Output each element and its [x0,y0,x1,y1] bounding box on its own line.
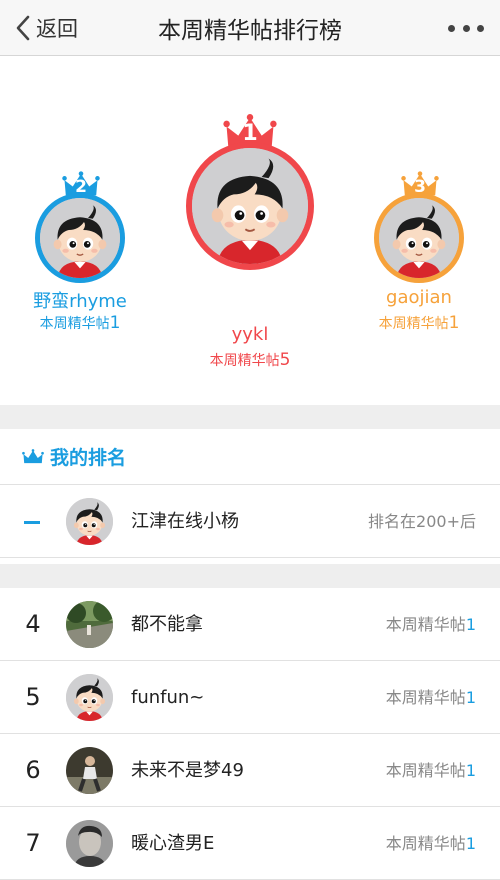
post-count: 本周精华帖1 [385,761,476,780]
user-name: 江津在线小杨 [131,511,239,532]
post-count: 本周精华帖1 [39,313,121,333]
avatar-image [66,820,113,867]
avatar-image [66,601,113,648]
post-count: 本周精华帖1 [378,313,460,333]
avatar [66,601,113,648]
user-name: gaojian [386,287,452,308]
list-item[interactable]: 6 未来不是梦49 本周精华帖1 [0,734,500,807]
post-count: 本周精华帖1 [385,834,476,853]
user-name: funfun~ [131,687,205,708]
my-rank-header: 我的排名 [0,429,500,485]
post-count: 本周精华帖1 [385,688,476,707]
avatar-image [66,747,113,794]
my-rank-title: 我的排名 [50,447,127,469]
section-divider [0,564,500,588]
page-title: 本周精华帖排行榜 [158,18,342,44]
list-item[interactable]: 4 都不能拿 本周精华帖1 [0,588,500,661]
rank-number: 6 [25,756,41,784]
post-count: 本周精华帖5 [209,350,291,370]
podium-rank-1[interactable]: 1 yykl 本周精华帖5 [180,114,320,370]
user-name: 都不能拿 [131,614,203,635]
avatar-image [40,198,120,278]
crown-icon [22,449,44,464]
nav-bar: 返回 本周精华帖排行榜 [0,0,500,56]
user-name: 野蛮rhyme [33,291,127,312]
podium: 2 野蛮rhyme 本周精华帖1 1 yykl 本周精华帖5 3 gaojian… [0,56,500,405]
avatar [35,193,125,283]
post-count: 本周精华帖1 [385,615,476,634]
avatar [66,747,113,794]
avatar-image [192,148,308,264]
avatar-image [379,198,459,278]
avatar [66,674,113,721]
list-item[interactable]: 5 funfun~ 本周精华帖1 [0,661,500,734]
avatar [374,193,464,283]
rank-status: 排名在200+后 [368,512,476,531]
section-divider [0,405,500,429]
podium-rank-3[interactable]: 3 gaojian 本周精华帖1 [364,171,474,341]
user-name: yykl [231,324,269,345]
user-name: 暖心渣男E [131,833,215,854]
avatar [66,498,113,545]
rank-dash [24,521,40,524]
more-dots-icon [448,24,455,32]
avatar [66,820,113,867]
podium-rank-2[interactable]: 2 野蛮rhyme 本周精华帖1 [25,171,135,341]
rank-number: 7 [25,829,41,857]
rank-number: 5 [25,683,41,711]
more-button[interactable] [448,14,484,42]
rank-number: 4 [25,610,41,638]
my-rank-row[interactable]: 江津在线小杨 排名在200+后 [0,485,500,558]
avatar-image [66,498,113,545]
list-item[interactable]: 7 暖心渣男E 本周精华帖1 [0,807,500,880]
user-name: 未来不是梦49 [131,760,244,781]
avatar [186,142,314,270]
avatar-image [66,674,113,721]
